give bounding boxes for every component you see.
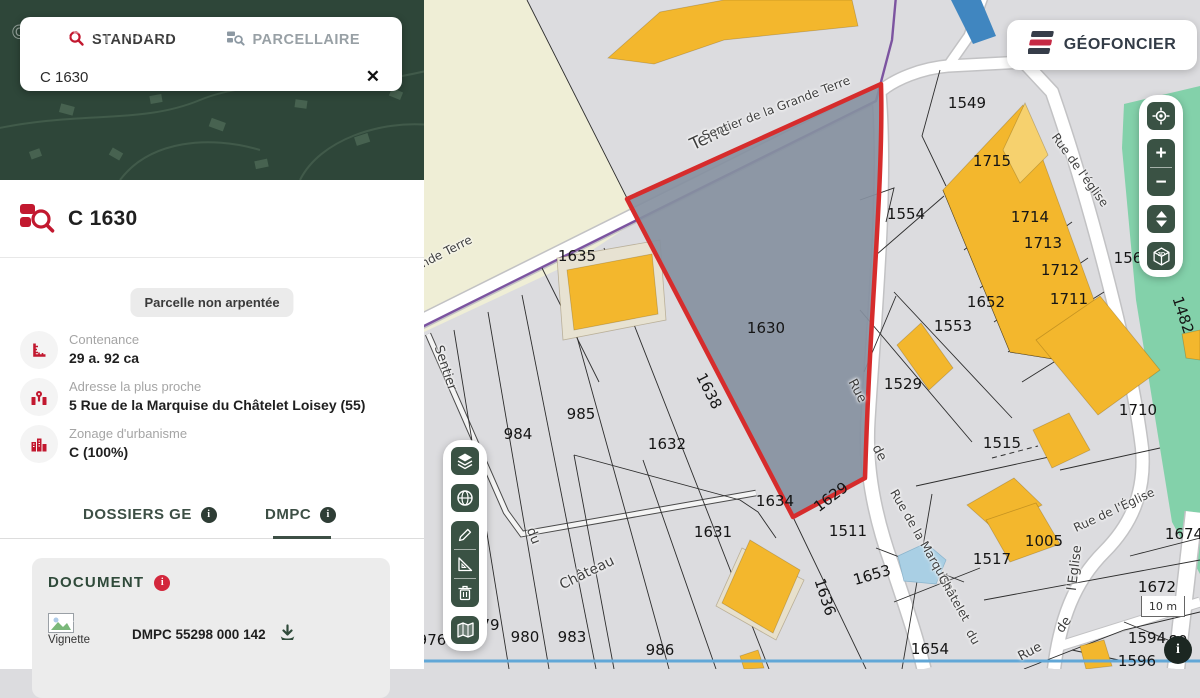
info-label: Adresse la plus proche <box>69 379 365 394</box>
map-canvas[interactable]: 1549171515541714171317121711165215531529… <box>424 0 1200 669</box>
document-info-icon[interactable]: i <box>154 575 170 591</box>
search-input[interactable]: C 1630 <box>40 69 360 86</box>
draw-pencil-button[interactable] <box>451 521 479 549</box>
map-info-button[interactable]: i <box>1164 636 1192 664</box>
scale-label: 10 m <box>1149 600 1177 613</box>
pencil-icon <box>456 526 474 544</box>
download-icon <box>278 624 297 642</box>
brand-name: GÉOFONCIER <box>1064 36 1177 54</box>
folded-map-icon <box>456 621 475 639</box>
info-label: Contenance <box>69 332 139 347</box>
locate-button[interactable] <box>1147 102 1175 130</box>
set-square-icon <box>456 555 474 573</box>
tab-parcellaire[interactable]: PARCELLAIRE <box>218 28 368 53</box>
geofoncier-logo[interactable]: GÉOFONCIER <box>1007 20 1197 70</box>
parcel-title-row: C 1630 <box>0 180 424 258</box>
document-file-row: Vignette DMPC 55298 000 142 <box>48 613 374 646</box>
geofoncier-app: 1549171515541714171317121711165215531529… <box>0 0 1200 669</box>
sidebar-map-header: © EtreProprio.com STANDARD PARCELLAIRE C… <box>0 0 424 180</box>
info-row-zonage: Zonage d'urbanisme C (100%) <box>20 425 404 463</box>
clear-search-button[interactable]: ✕ <box>360 65 386 89</box>
buildings-icon <box>20 425 58 463</box>
tab-parcellaire-label: PARCELLAIRE <box>252 32 360 48</box>
parcel-title: C 1630 <box>68 207 138 231</box>
info-circle-icon[interactable]: i <box>320 507 336 523</box>
svg-text:3D: 3D <box>1157 251 1164 257</box>
tab-dossiers-label: DOSSIERS GE <box>83 506 192 523</box>
document-section-title: DOCUMENT <box>48 574 144 591</box>
layers-icon <box>456 452 474 470</box>
tab-dmpc[interactable]: DMPC i <box>265 506 336 523</box>
info-value: 5 Rue de la Marquise du Châtelet Loisey … <box>69 397 365 413</box>
download-button[interactable] <box>278 624 297 645</box>
zoom-out-button[interactable]: − <box>1147 168 1175 196</box>
active-tab-underline <box>273 536 331 539</box>
thumbnail-caption: Vignette <box>48 634 90 646</box>
address-pin-icon <box>20 378 58 416</box>
geofoncier-icon <box>1028 31 1054 60</box>
zoom-in-button[interactable]: + <box>1147 139 1175 167</box>
watermark: © EtreProprio.com <box>12 22 185 45</box>
search-row: C 1630 ✕ <box>20 59 402 89</box>
basemap-globe-button[interactable] <box>451 484 479 512</box>
sidebar-panel: © EtreProprio.com STANDARD PARCELLAIRE C… <box>0 0 424 669</box>
ruler-icon <box>20 331 58 369</box>
view-3d-button[interactable]: 3D <box>1147 242 1175 270</box>
parcel-search-icon <box>226 30 245 51</box>
tab-dmpc-label: DMPC <box>265 506 311 523</box>
locate-icon <box>1152 107 1170 125</box>
parcel-info-list: Contenance 29 a. 92 ca Adresse la plus p… <box>20 331 404 472</box>
broken-image-icon <box>48 613 74 633</box>
info-row-contenance: Contenance 29 a. 92 ca <box>20 331 404 369</box>
document-file-label: DMPC 55298 000 142 <box>132 627 266 642</box>
map-controls-right: + − 3D <box>1139 95 1183 277</box>
delete-button[interactable] <box>451 579 479 607</box>
cube-3d-icon: 3D <box>1152 247 1171 266</box>
parcel-status-badge: Parcelle non arpentée <box>130 288 293 317</box>
measure-button[interactable] <box>451 550 479 578</box>
elevation-toggle-button[interactable] <box>1147 205 1175 233</box>
globe-icon <box>456 489 474 507</box>
document-tabs: DOSSIERS GE i DMPC i <box>0 500 424 539</box>
info-value: C (100%) <box>69 444 187 460</box>
document-card: DOCUMENT i Vignette DMPC 55298 000 142 <box>32 558 390 698</box>
info-row-adresse: Adresse la plus proche 5 Rue de la Marqu… <box>20 378 404 416</box>
scale-bar: 10 m <box>1141 596 1185 617</box>
draw-tools-group <box>451 521 479 607</box>
info-label: Zonage d'urbanisme <box>69 426 187 441</box>
layers-button[interactable] <box>451 447 479 475</box>
info-value: 29 a. 92 ca <box>69 350 139 366</box>
parcel-search-result-icon <box>18 198 56 239</box>
map-tools-left <box>443 440 487 651</box>
map-legend-button[interactable] <box>451 616 479 644</box>
up-down-arrows-icon <box>1154 210 1169 228</box>
info-circle-icon[interactable]: i <box>201 507 217 523</box>
cadastral-map-geometry <box>424 0 1200 669</box>
trash-icon <box>456 584 474 602</box>
tab-dossiers-ge[interactable]: DOSSIERS GE i <box>83 506 217 523</box>
document-thumbnail[interactable]: Vignette <box>48 613 90 646</box>
zoom-control: + − <box>1147 139 1175 196</box>
